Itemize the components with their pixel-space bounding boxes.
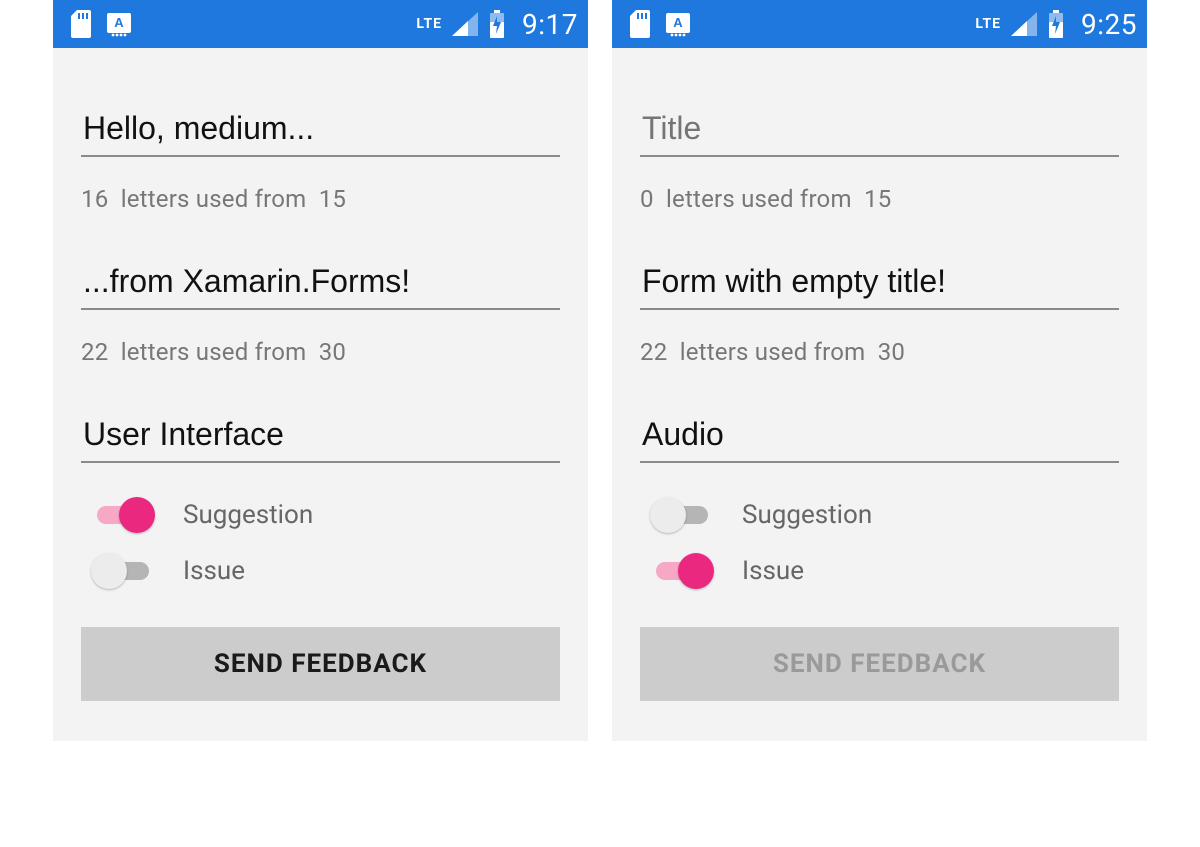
body-input[interactable]	[640, 259, 1119, 310]
body-counter: 22 letters used from 30	[81, 338, 560, 366]
status-bar: A LTE 9:25	[612, 0, 1147, 48]
title-input[interactable]	[640, 106, 1119, 157]
send-feedback-button[interactable]: SEND FEEDBACK	[640, 627, 1119, 701]
category-picker[interactable]	[640, 412, 1119, 463]
keyboard-icon: A	[105, 10, 133, 38]
form-content: 16 letters used from 15 22 letters used …	[53, 48, 588, 741]
sd-card-icon	[628, 10, 652, 38]
issue-switch[interactable]	[652, 553, 712, 589]
suggestion-switch[interactable]	[652, 497, 712, 533]
signal-icon	[1011, 12, 1037, 36]
category-picker[interactable]	[81, 412, 560, 463]
send-feedback-button[interactable]: SEND FEEDBACK	[81, 627, 560, 701]
issue-switch-label: Issue	[742, 556, 804, 586]
body-counter: 22 letters used from 30	[640, 338, 1119, 366]
suggestion-switch-label: Suggestion	[742, 500, 872, 530]
issue-switch[interactable]	[93, 553, 153, 589]
battery-icon	[1047, 10, 1065, 38]
suggestion-switch[interactable]	[93, 497, 153, 533]
network-type-label: LTE	[416, 16, 442, 32]
svg-text:A: A	[114, 15, 124, 30]
signal-icon	[452, 12, 478, 36]
keyboard-icon: A	[664, 10, 692, 38]
network-type-label: LTE	[975, 16, 1001, 32]
phone-screen-2: A LTE 9:25 0 letters used from 15	[612, 0, 1147, 741]
clock-label: 9:17	[522, 8, 578, 41]
suggestion-switch-label: Suggestion	[183, 500, 313, 530]
title-counter: 16 letters used from 15	[81, 185, 560, 213]
battery-icon	[488, 10, 506, 38]
svg-text:A: A	[673, 15, 683, 30]
phone-screen-1: A LTE 9:17 16 letters used from 15	[53, 0, 588, 741]
issue-switch-label: Issue	[183, 556, 245, 586]
title-counter: 0 letters used from 15	[640, 185, 1119, 213]
form-content: 0 letters used from 15 22 letters used f…	[612, 48, 1147, 741]
clock-label: 9:25	[1081, 8, 1137, 41]
body-input[interactable]	[81, 259, 560, 310]
status-bar: A LTE 9:17	[53, 0, 588, 48]
title-input[interactable]	[81, 106, 560, 157]
sd-card-icon	[69, 10, 93, 38]
